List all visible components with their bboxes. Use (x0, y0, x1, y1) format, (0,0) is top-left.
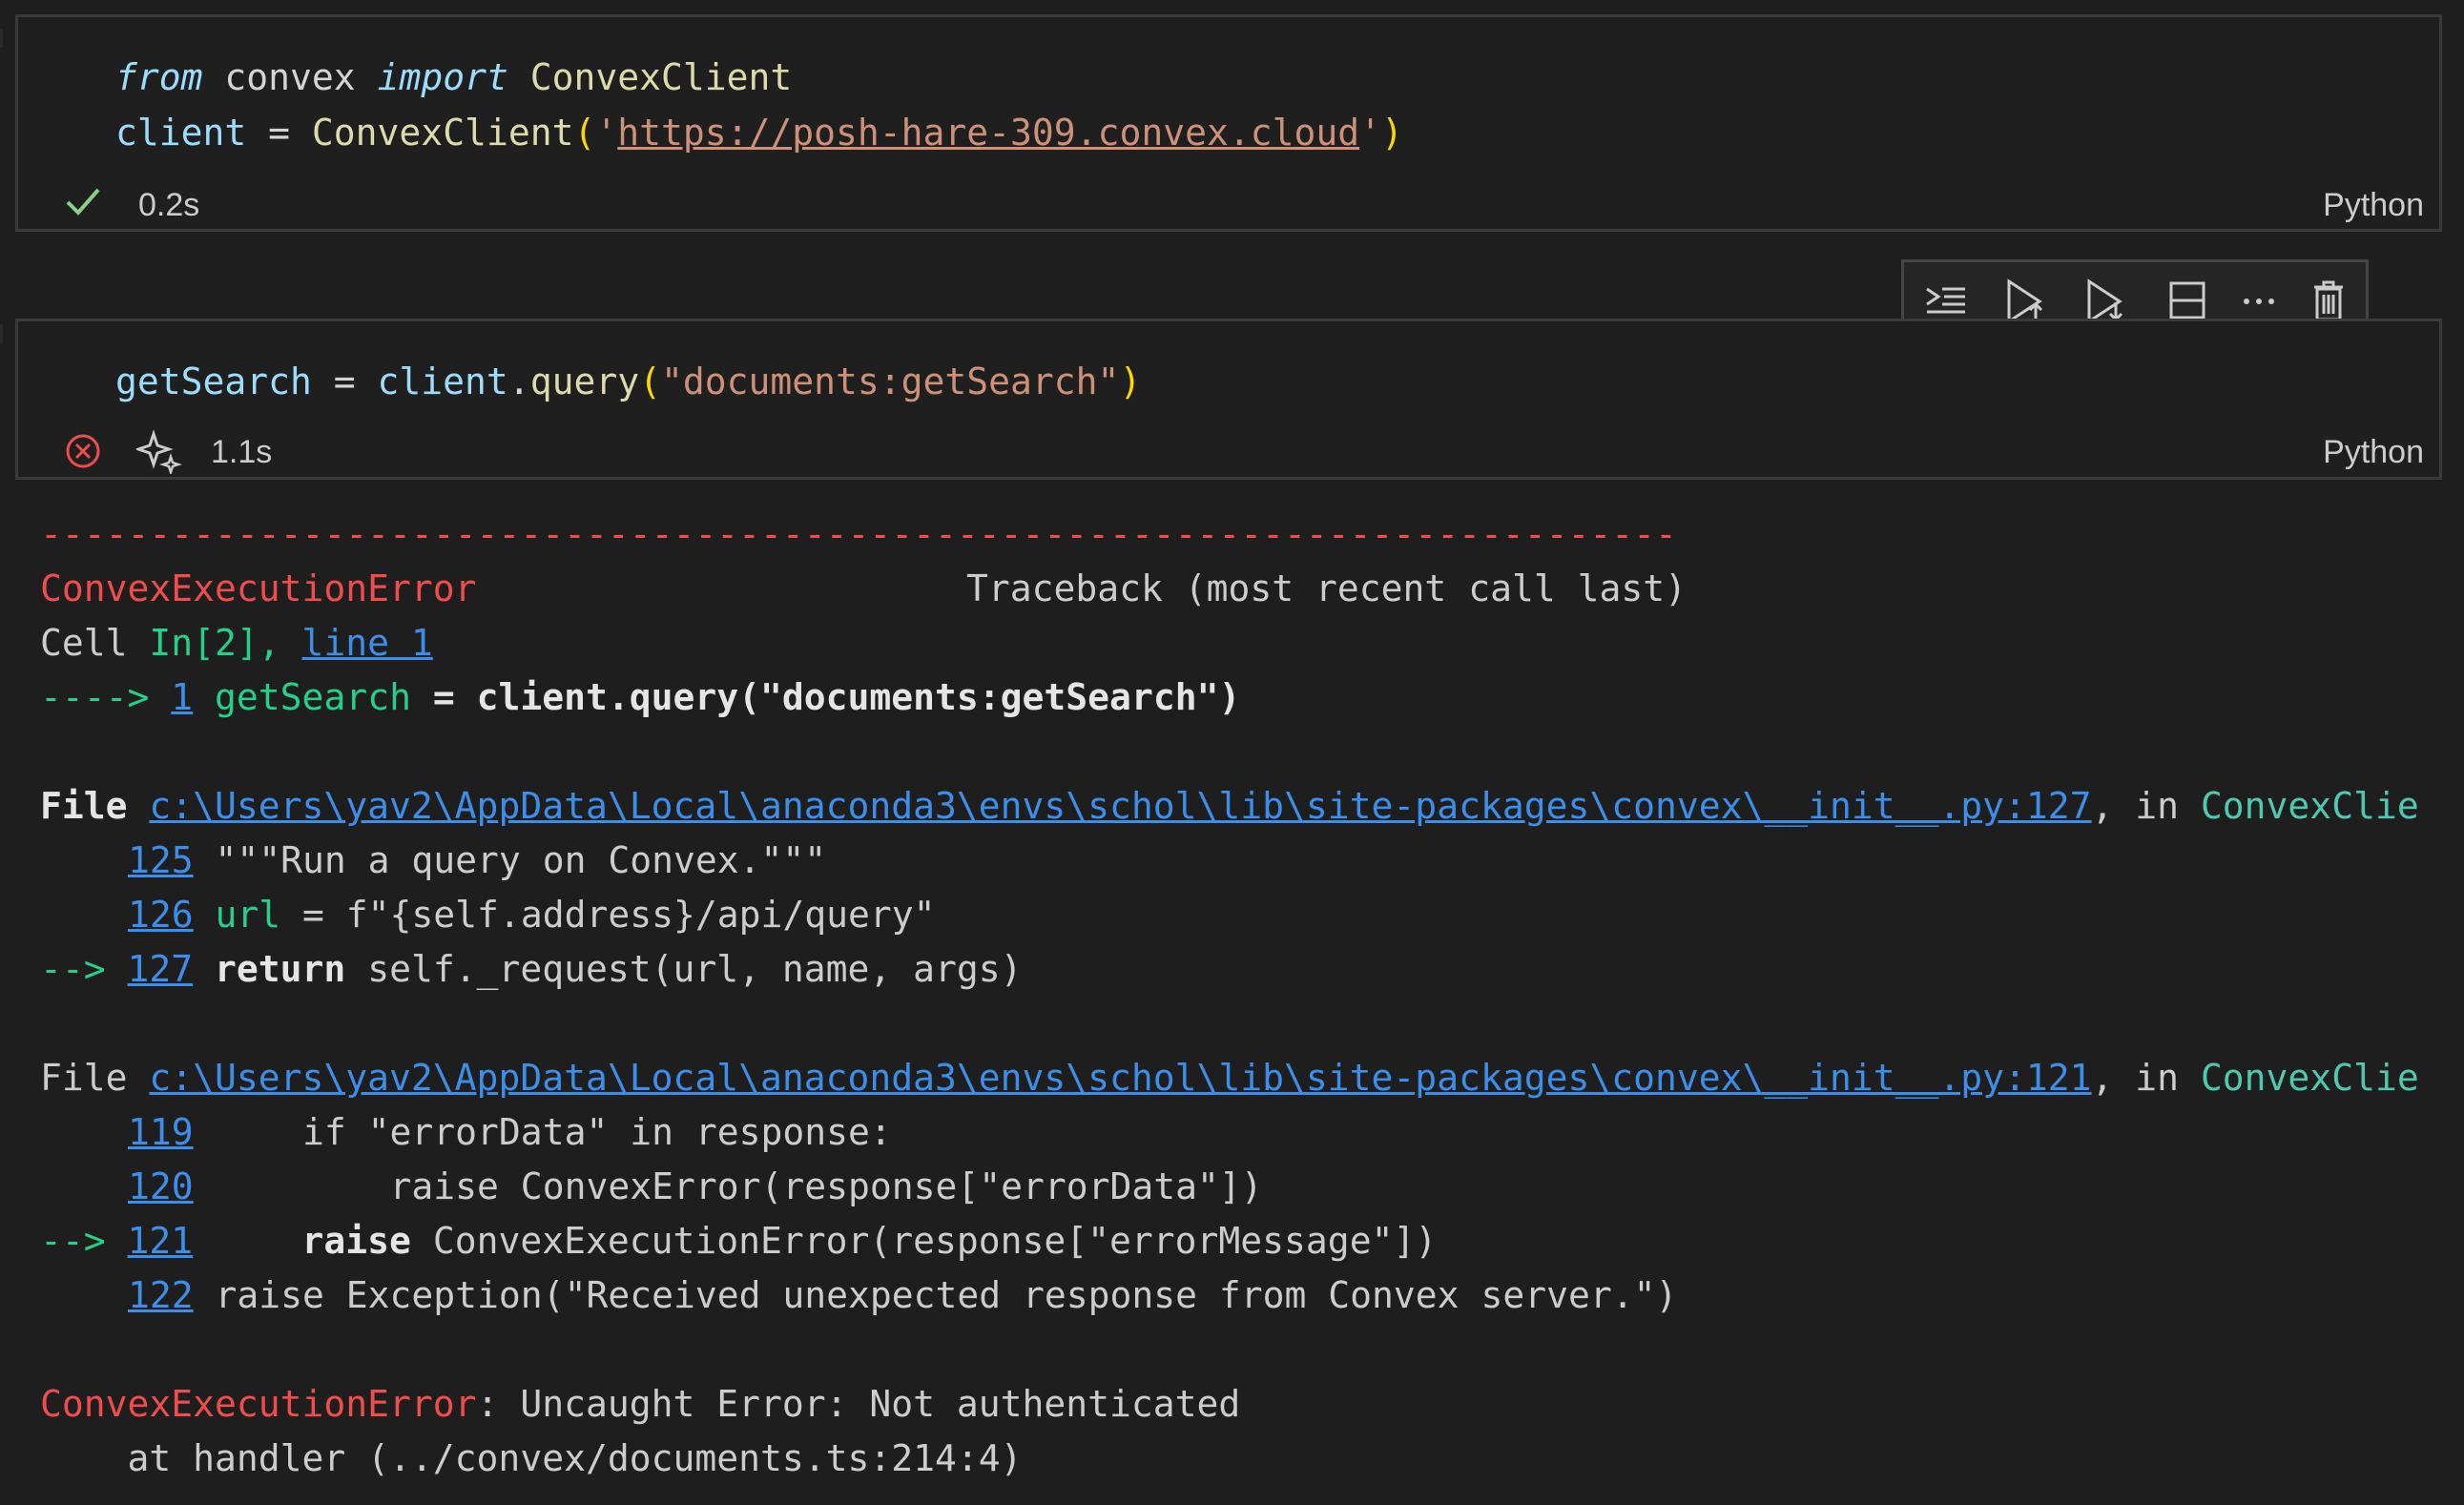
execution-time: 1.1s (211, 434, 273, 470)
code-text: self._request(url, name, args) (345, 948, 1023, 990)
object-client: client (377, 361, 508, 402)
arrow: ----> (40, 676, 172, 718)
method-query: query (529, 361, 640, 402)
traceback-divider: ----------------------------------------… (40, 513, 1677, 555)
close-paren: ) (1381, 112, 1403, 154)
code-cell-1[interactable]: from convex import ConvexClient client =… (15, 14, 2442, 232)
language-label[interactable]: Python (2323, 187, 2424, 224)
cell-status-bar: 1.1s Python (18, 424, 2439, 478)
arrow: --> (40, 948, 128, 990)
in-text: , in (2091, 1057, 2201, 1099)
language-label[interactable]: Python (2323, 434, 2424, 471)
traceback-header-line: ConvexExecutionError (40, 562, 477, 616)
code-line-2: client = ConvexClient('https://posh-hare… (115, 105, 1403, 160)
source-line-127: --> 127 return self._request(url, name, … (40, 942, 1023, 997)
line-number-link[interactable]: 122 (128, 1274, 194, 1316)
line-number-link[interactable]: 119 (128, 1111, 194, 1153)
line-number-link[interactable]: 121 (128, 1220, 194, 1262)
file-prefix: File (40, 785, 150, 827)
line-number-link[interactable]: 126 (128, 894, 194, 936)
error-circle-icon (66, 434, 100, 468)
file-path-link[interactable]: c:\Users\yav2\AppData\Local\anaconda3\en… (149, 1057, 2091, 1099)
class-name: ConvexClient (529, 56, 793, 98)
equals-sign: = (311, 361, 378, 402)
error-location-line: at handler (../convex/documents.ts:214:4… (40, 1437, 1023, 1479)
url-link[interactable]: https://posh-hare-309.convex.cloud (617, 112, 1359, 154)
code-cell-2[interactable]: getSearch = client.query("documents:getS… (15, 319, 2442, 480)
code-text: raise ConvexError(response["errorData"]) (193, 1165, 1263, 1207)
source-line-119: 119 if "errorData" in response: (128, 1105, 892, 1160)
string-arg: "documents:getSearch" (661, 361, 1120, 402)
quote-open: ' (595, 112, 618, 154)
function-name: ConvexClie (2200, 785, 2419, 827)
line-number-link[interactable]: 127 (128, 948, 194, 990)
file-prefix: File (40, 1057, 150, 1099)
code-text: raise Exception("Received unexpected res… (193, 1274, 1678, 1316)
success-check-icon (66, 188, 100, 216)
code-var: url (193, 894, 281, 936)
code-text: """Run a query on Convex.""" (193, 839, 827, 881)
keyword-import: import (377, 56, 508, 98)
code-text: = f"{self.address}/api/query" (280, 894, 936, 936)
file-line-1: File c:\Users\yav2\AppData\Local\anacond… (40, 779, 2419, 834)
line-number-link[interactable]: 1 (171, 676, 193, 718)
execution-time: 0.2s (138, 187, 200, 223)
code-text: ConvexExecutionError(response["errorMess… (410, 1220, 1438, 1262)
error-message: : Uncaught Error: Not authenticated (476, 1383, 1241, 1425)
error-type: ConvexExecutionError (40, 1383, 477, 1425)
arrow: --> (40, 1220, 128, 1262)
dot: . (507, 361, 530, 402)
quote-close: ' (1359, 112, 1381, 154)
source-line-120: 120 raise ConvexError(response["errorDat… (128, 1160, 1263, 1214)
file-path-link[interactable]: c:\Users\yav2\AppData\Local\anaconda3\en… (149, 785, 2091, 827)
sparkle-icon[interactable] (136, 428, 182, 474)
cell-reference-line: Cell In[2], line 1 (40, 616, 433, 670)
function-name: ConvexClie (2200, 1057, 2419, 1099)
cell-status-bar: 0.2s Python (18, 177, 2439, 231)
close-paren: ) (1119, 361, 1142, 402)
source-line-125: 125 """Run a query on Convex.""" (128, 834, 826, 888)
code-text: if "errorData" in response: (193, 1111, 892, 1153)
keyword: raise (193, 1220, 411, 1262)
source-line-122: 122 raise Exception("Received unexpected… (128, 1268, 1677, 1323)
line-number-link[interactable]: 125 (128, 839, 194, 881)
code-var: getSearch (193, 676, 433, 718)
source-line-121: --> 121 raise ConvexExecutionError(respo… (40, 1214, 1437, 1268)
line-link[interactable]: line 1 (302, 622, 433, 664)
variable-client: client (115, 112, 247, 154)
equals-sign: = (246, 112, 312, 154)
open-paren: ( (639, 361, 661, 402)
in-text: , in (2091, 785, 2201, 827)
source-line-126: 126 url = f"{self.address}/api/query" (128, 888, 936, 942)
final-error-line: ConvexExecutionError: Uncaught Error: No… (40, 1377, 1240, 1432)
traceback-line-arrow-1: ----> 1 getSearch = client.query("docume… (40, 670, 1240, 725)
code-line-1: from convex import ConvexClient (115, 50, 792, 105)
cell-prefix: Cell (40, 622, 150, 664)
file-line-2: File c:\Users\yav2\AppData\Local\anacond… (40, 1051, 2419, 1105)
keyword: return (193, 948, 346, 990)
open-paren: ( (573, 112, 596, 154)
module-name: convex (224, 56, 356, 98)
code-expression: = client.query("documents:getSearch") (432, 676, 1241, 718)
cell-in-label: In[2], (149, 622, 302, 664)
error-type: ConvexExecutionError (40, 567, 477, 609)
line-number-link[interactable]: 120 (128, 1165, 194, 1207)
traceback-header: Traceback (most recent call last) (966, 567, 1687, 609)
constructor-call: ConvexClient (311, 112, 574, 154)
variable-getsearch: getSearch (115, 361, 312, 402)
keyword-from: from (115, 56, 203, 98)
code-line: getSearch = client.query("documents:getS… (115, 354, 1141, 409)
